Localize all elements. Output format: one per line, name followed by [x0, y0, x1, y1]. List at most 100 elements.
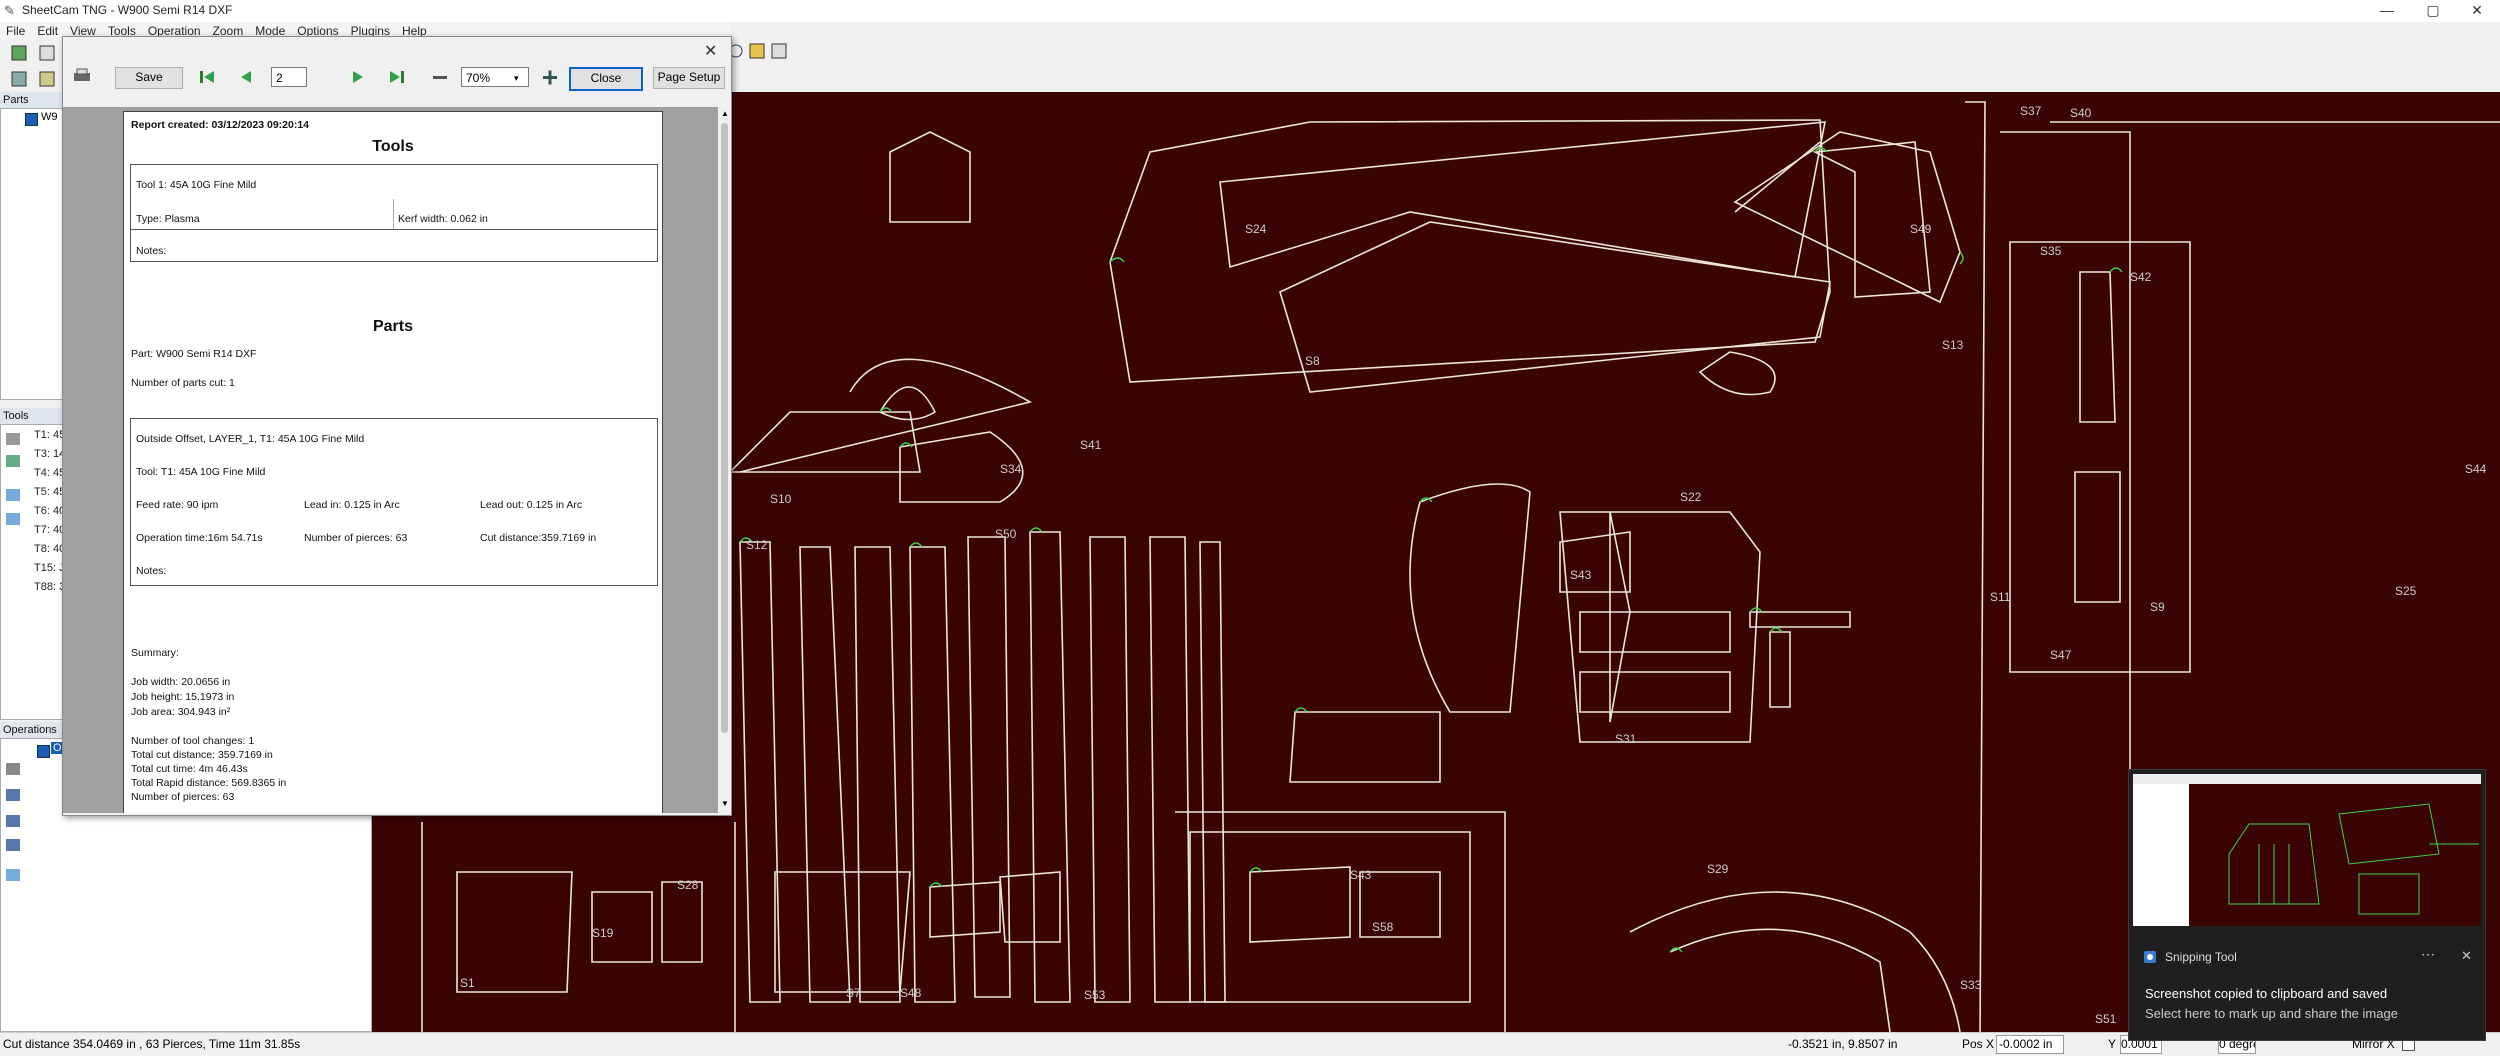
canvas-label: S48 [900, 986, 922, 1000]
total-cut-time: Total cut time: 4m 46.43s [131, 763, 248, 775]
operation-notes: Notes: [136, 565, 167, 577]
fender-left [1409, 483, 1531, 713]
canvas-label: S35 [2040, 244, 2062, 258]
canvas-label: S41 [1080, 438, 1102, 452]
first-page-icon[interactable] [198, 68, 218, 86]
tool-item[interactable]: T8: 40 [34, 543, 65, 555]
canvas-label: S29 [1707, 862, 1729, 876]
tool-notes: Notes: [136, 245, 167, 257]
thumbnail-canvas [2189, 784, 2481, 926]
divider [131, 229, 657, 230]
tool-item[interactable]: T7: 40 [34, 524, 65, 536]
scroll-up-icon[interactable]: ▲ [721, 109, 729, 118]
canvas-label: S44 [2465, 462, 2487, 476]
next-page-icon[interactable] [349, 68, 369, 86]
previous-page-icon[interactable] [235, 68, 255, 86]
part-geometry-lower [421, 822, 703, 1032]
zoom-in-icon[interactable] [541, 68, 561, 86]
tool-item[interactable]: T1: 45 [34, 429, 65, 441]
hood-panel [1109, 119, 1831, 383]
minimize-button[interactable]: — [2364, 0, 2410, 22]
snipping-tool-notification[interactable]: Snipping Tool ⋯ ✕ Screenshot copied to c… [2128, 769, 2486, 1041]
last-page-icon[interactable] [386, 68, 406, 86]
tool-name: Tool 1: 45A 10G Fine Mild [136, 179, 257, 191]
drawing-canvas-lower[interactable]: S28 S19 S1 [372, 812, 732, 1032]
job-height: Job height: 15.1973 in [131, 691, 235, 703]
status-bar: Cut distance 354.0469 in , 63 Pierces, T… [0, 1032, 2500, 1056]
parts-tree[interactable]: W9 [0, 108, 64, 400]
page-number-input[interactable]: 2 [271, 67, 307, 87]
canvas-label: S43 [1570, 568, 1592, 582]
canvas-label: S37 [2020, 104, 2042, 118]
maximize-button[interactable]: ▢ [2410, 0, 2456, 22]
canvas-label: S42 [2130, 270, 2152, 284]
tool-item[interactable]: T15: J [34, 562, 65, 574]
more-options-icon[interactable]: ⋯ [2421, 946, 2435, 963]
tool-type: Type: Plasma [136, 213, 200, 225]
canvas-label: S12 [746, 538, 768, 552]
snipping-tool-icon [2144, 951, 2156, 963]
report-created: Report created: 03/12/2023 09:20:14 [131, 119, 310, 131]
chevron-down-icon: ▾ [514, 73, 519, 83]
canvas-label: S1 [460, 976, 475, 990]
notification-title: Screenshot copied to clipboard and saved [2145, 986, 2388, 1001]
menu-file[interactable]: File [0, 22, 31, 40]
canvas-label: S22 [1680, 490, 1702, 504]
scroll-thumb[interactable] [721, 123, 728, 733]
parts-heading: Parts [372, 318, 414, 335]
canvas-label: S40 [2070, 106, 2092, 120]
operation-time: Operation time:16m 54.71s [136, 532, 263, 544]
app-icon: ✎ [4, 3, 15, 18]
canvas-label: S24 [1245, 222, 1267, 236]
feed-rate: Feed rate: 90 ipm [136, 499, 219, 511]
notification-app-name: Snipping Tool [2165, 950, 2237, 964]
parts-cut: Number of parts cut: 1 [131, 377, 235, 389]
canvas-label: S11 [1990, 590, 2011, 604]
number-of-pierces: Number of pierces: 63 [304, 532, 408, 544]
thumbnail-titlebar [2133, 774, 2481, 784]
canvas-label: S33 [1960, 978, 1982, 992]
tool-item[interactable]: T6: 40 [34, 505, 65, 517]
canvas-label: S31 [1615, 732, 1637, 746]
canvas-label: S13 [1942, 338, 1964, 352]
page-setup-button[interactable]: Page Setup [653, 67, 725, 89]
canvas-label: S10 [770, 492, 792, 506]
operation-checkbox[interactable] [37, 745, 50, 758]
zoom-select[interactable]: 70% ▾ [461, 67, 529, 87]
summary-label: Summary: [131, 647, 179, 659]
part-checkbox[interactable] [25, 113, 38, 126]
canvas-label: S53 [1084, 988, 1106, 1002]
dialog-close-icon[interactable]: ✕ [704, 41, 717, 61]
tool-item[interactable]: T5: 45 [34, 486, 65, 498]
save-button[interactable]: Save [115, 67, 183, 89]
operation-title: Outside Offset, LAYER_1, T1: 45A 10G Fin… [136, 433, 365, 445]
total-pierces: Number of pierces: 63 [131, 791, 235, 803]
print-icon[interactable] [71, 67, 93, 85]
tool-item[interactable]: T4: 45 [34, 467, 65, 479]
notification-close-icon[interactable]: ✕ [2461, 948, 2472, 964]
lead-out: Lead out: 0.125 in Arc [480, 499, 583, 511]
report-preview-dialog: ✕ Save 2 70% ▾ Close Page Setup Report cr… [62, 36, 732, 816]
grille-top [730, 411, 921, 473]
job-width: Job width: 20.0656 in [131, 676, 231, 688]
part-item[interactable]: W9 [41, 111, 58, 123]
pos-x-label: Pos X [1962, 1037, 1995, 1051]
canvas-label: S25 [2395, 584, 2417, 598]
close-button[interactable]: Close [569, 67, 643, 91]
canvas-label: S9 [2150, 600, 2165, 614]
thumbnail-geometry [2228, 803, 2479, 915]
zoom-toolbar-icons[interactable] [726, 40, 796, 62]
tool-type-icons [6, 433, 20, 525]
canvas-label: S51 [2095, 1012, 2117, 1026]
tool-item[interactable]: T3: 14 [34, 448, 65, 460]
report-scrollbar[interactable]: ▲ ▼ [718, 107, 731, 813]
scroll-down-icon[interactable]: ▼ [721, 799, 729, 808]
zoom-out-icon[interactable] [431, 68, 451, 86]
tools-heading: Tools [372, 138, 414, 155]
menu-edit[interactable]: Edit [31, 22, 64, 40]
screenshot-thumbnail[interactable] [2133, 774, 2481, 926]
close-window-button[interactable]: ✕ [2454, 0, 2500, 22]
toolbar-icons-left[interactable] [4, 42, 64, 90]
tool-item[interactable]: T88: 3 [34, 581, 65, 593]
pos-x-input[interactable]: -0.0002 in [1996, 1035, 2064, 1054]
